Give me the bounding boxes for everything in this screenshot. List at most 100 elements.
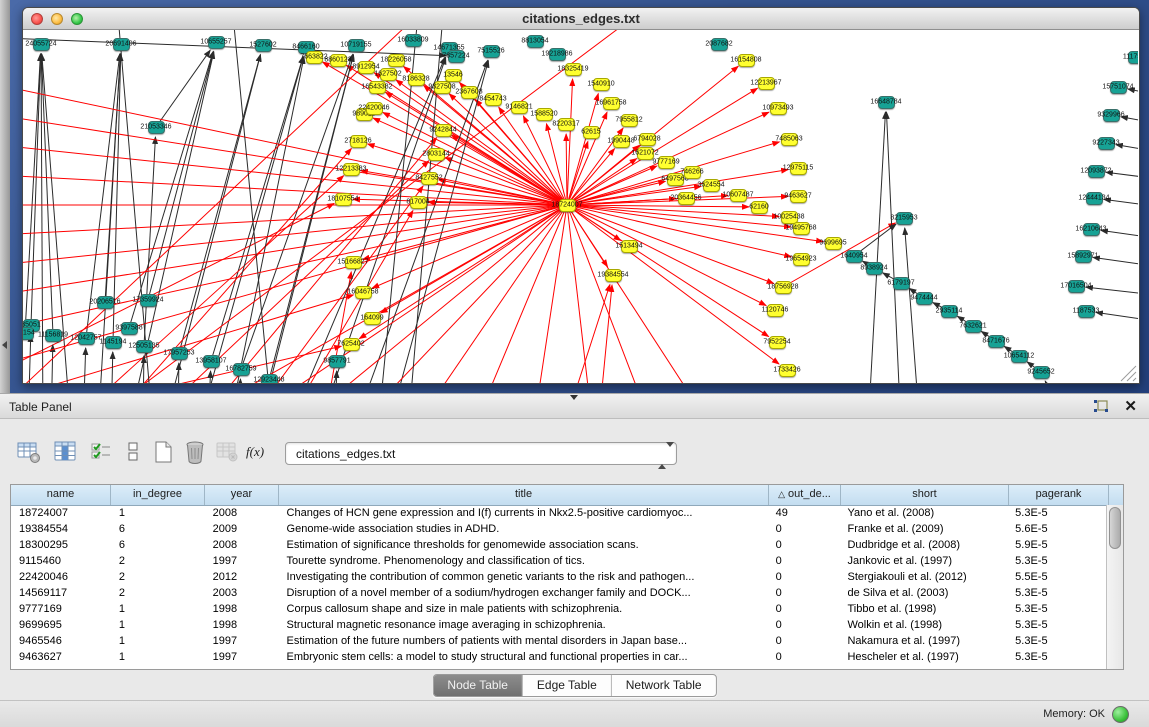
- column-header-year[interactable]: year: [205, 485, 279, 505]
- graph-node[interactable]: 24055724: [33, 38, 50, 51]
- graph-node[interactable]: 8215953: [896, 212, 913, 225]
- graph-node[interactable]: 9146821: [511, 101, 528, 114]
- table-selector-dropdown[interactable]: citations_edges.txt: [285, 442, 677, 465]
- graph-node[interactable]: 15166827: [345, 256, 362, 269]
- graph-node[interactable]: 17016504: [1068, 280, 1085, 293]
- graph-node[interactable]: 62615: [583, 126, 600, 139]
- graph-node[interactable]: 8454743: [485, 93, 502, 106]
- tab-network-table[interactable]: Network Table: [612, 675, 716, 696]
- graph-node[interactable]: 1120746: [767, 304, 784, 317]
- table-settings-icon[interactable]: [16, 439, 42, 465]
- graph-node[interactable]: 8860123: [330, 54, 347, 67]
- graph-node[interactable]: 2367608: [461, 86, 478, 99]
- graph-node[interactable]: 13958107: [203, 355, 220, 368]
- column-header-out_de[interactable]: △out_de...: [769, 485, 841, 505]
- graph-node[interactable]: 18756928: [775, 281, 792, 294]
- graph-node[interactable]: 9474444: [916, 292, 933, 305]
- graph-node[interactable]: 9227343: [1098, 137, 1115, 150]
- table-body[interactable]: 1872400712008Changes of HCN gene express…: [11, 505, 1107, 669]
- graph-node[interactable]: 746266: [684, 166, 701, 179]
- scrollbar-thumb[interactable]: [1109, 507, 1121, 549]
- graph-node[interactable]: 16648784: [878, 96, 895, 109]
- tab-edge-table[interactable]: Edge Table: [523, 675, 612, 696]
- graph-node[interactable]: 19654923: [793, 253, 810, 266]
- graph-node[interactable]: 22420046: [366, 102, 383, 115]
- graph-node[interactable]: 8427552: [421, 172, 438, 185]
- graph-node[interactable]: 7857224: [448, 50, 465, 63]
- graph-node[interactable]: 12213967: [758, 77, 775, 90]
- graph-node[interactable]: 16210643: [1083, 223, 1100, 236]
- graph-node[interactable]: 16046758: [355, 286, 372, 299]
- graph-node[interactable]: 19218986: [549, 48, 566, 61]
- create-table-icon[interactable]: [150, 439, 176, 465]
- graph-node[interactable]: 16782759: [233, 363, 250, 376]
- table-row[interactable]: 969969511998Structural magnetic resonanc…: [11, 617, 1107, 633]
- graph-node[interactable]: 18724007: [559, 199, 576, 212]
- graph-node[interactable]: 13546: [445, 69, 462, 82]
- network-canvas[interactable]: 2405572420691406106552571527602846616010…: [23, 30, 1138, 383]
- table-row[interactable]: 1872400712008Changes of HCN gene express…: [11, 505, 1107, 521]
- show-columns-icon[interactable]: [52, 439, 78, 465]
- graph-node[interactable]: 1540910: [593, 78, 610, 91]
- table-row[interactable]: 1938455462009Genome-wide association stu…: [11, 521, 1107, 537]
- graph-node[interactable]: 9857791: [329, 355, 346, 368]
- graph-node[interactable]: 19384554: [605, 269, 622, 282]
- graph-node[interactable]: 1145194: [105, 336, 122, 349]
- graph-node[interactable]: 6497568: [667, 173, 684, 186]
- graph-node[interactable]: 7625402: [343, 338, 360, 351]
- graph-node[interactable]: 10655257: [208, 36, 225, 49]
- graph-node[interactable]: 16033809: [405, 34, 422, 47]
- graph-node[interactable]: 8220317: [558, 118, 575, 131]
- graph-node[interactable]: 1513494: [621, 240, 638, 253]
- column-header-short[interactable]: short: [841, 485, 1009, 505]
- graph-node[interactable]: 18325419: [565, 63, 582, 76]
- graph-node[interactable]: 12042757: [78, 332, 95, 345]
- graph-node[interactable]: 9245652: [1033, 366, 1050, 379]
- graph-node[interactable]: 12975115: [790, 162, 807, 175]
- network-window[interactable]: citations_edges.txt 24055724 20691406 1065…: [22, 7, 1140, 384]
- graph-node[interactable]: 2803144: [428, 148, 445, 161]
- graph-node[interactable]: 8471676: [988, 335, 1005, 348]
- graph-node[interactable]: 9699695: [825, 237, 842, 250]
- delete-table-icon[interactable]: [182, 439, 208, 465]
- graph-node[interactable]: 9777169: [658, 156, 675, 169]
- column-header-name[interactable]: name: [11, 485, 111, 505]
- graph-node[interactable]: 10607487: [730, 189, 747, 202]
- graph-node[interactable]: 39154: [23, 327, 34, 340]
- graph-node[interactable]: 17359924: [140, 294, 157, 307]
- graph-node[interactable]: 8938924: [866, 262, 883, 275]
- table-row[interactable]: 1456911722003Disruption of a novel membe…: [11, 585, 1107, 601]
- graph-node[interactable]: 12213383: [343, 163, 360, 176]
- column-header-pagerank[interactable]: pagerank: [1009, 485, 1109, 505]
- graph-node[interactable]: 9397588: [121, 322, 138, 335]
- graph-node[interactable]: 8813054: [527, 35, 544, 48]
- table-row[interactable]: 977716911998Corpus callosum shape and si…: [11, 601, 1107, 617]
- graph-node[interactable]: 1990448: [613, 135, 630, 148]
- graph-node[interactable]: 16961758: [603, 97, 620, 110]
- tab-node-table[interactable]: Node Table: [433, 675, 523, 696]
- graph-node[interactable]: 1640954: [846, 250, 863, 263]
- graph-node[interactable]: 15751074: [1110, 81, 1127, 94]
- graph-node[interactable]: 7632621: [965, 320, 982, 333]
- graph-node[interactable]: 12505135: [136, 340, 153, 353]
- table-row[interactable]: 911546021997Tourette syndrome. Phenomeno…: [11, 553, 1107, 569]
- graph-node[interactable]: 1621072: [637, 147, 654, 160]
- graph-node[interactable]: 15892971: [1075, 250, 1092, 263]
- graph-node[interactable]: 7955812: [621, 114, 638, 127]
- vertical-scrollbar[interactable]: [1106, 505, 1123, 669]
- graph-node[interactable]: 18226058: [388, 54, 405, 67]
- graph-node[interactable]: 10654112: [1011, 350, 1028, 363]
- graph-node[interactable]: 12444134: [1086, 192, 1103, 205]
- graph-node[interactable]: 7515526: [483, 45, 500, 58]
- graph-node[interactable]: 2935114: [941, 305, 958, 318]
- window-titlebar[interactable]: citations_edges.txt: [23, 8, 1139, 30]
- graph-node[interactable]: 20691406: [113, 38, 130, 51]
- column-header-in_degree[interactable]: in_degree: [111, 485, 205, 505]
- row-height-icon[interactable]: [120, 439, 146, 465]
- graph-node[interactable]: 11156819: [45, 329, 62, 342]
- graph-node[interactable]: 2718126: [350, 135, 367, 148]
- splitter-handle-icon[interactable]: [570, 395, 578, 400]
- graph-node[interactable]: 2087682: [711, 38, 728, 51]
- graph-node[interactable]: 1627502: [380, 68, 397, 81]
- graph-node[interactable]: 7485063: [781, 133, 798, 146]
